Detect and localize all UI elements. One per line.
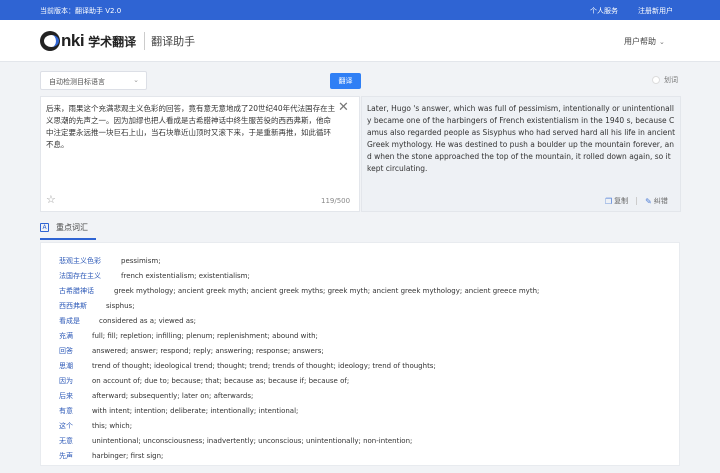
- keyword-term[interactable]: 看成是: [59, 316, 99, 326]
- tab-keywords[interactable]: A 重点词汇: [40, 222, 88, 233]
- logo-letters: nki: [61, 31, 85, 50]
- copy-icon[interactable]: ❐: [605, 197, 612, 206]
- keyword-defs: answered; answer; respond; reply; answer…: [92, 347, 324, 355]
- keyword-row: 看成是 considered as a; viewed as;: [59, 316, 196, 326]
- keyword-term[interactable]: 回答: [59, 346, 92, 356]
- copy-button[interactable]: 复制: [614, 196, 628, 206]
- translation-output: Later, Hugo 's answer, which was full of…: [367, 104, 676, 173]
- keyword-row: 后来 afterward; subsequently; later on; aft…: [59, 391, 253, 401]
- keyword-term[interactable]: 因为: [59, 376, 92, 386]
- keyword-term[interactable]: 悲观主义色彩: [59, 256, 121, 266]
- keyword-row: 有意 with intent; intention; deliberate; in…: [59, 406, 298, 416]
- source-text-panel[interactable]: 后来，雨果这个充满悲观主义色彩的回答，竟有意无意地成了20世纪40年代法国存在主…: [40, 96, 360, 212]
- keyword-term[interactable]: 先声: [59, 451, 92, 461]
- keyword-defs: greek mythology; ancient greek myth; anc…: [114, 287, 540, 295]
- keyword-row: 悲观主义色彩 pessimism;: [59, 256, 161, 266]
- toggle-radio-icon: [652, 76, 660, 84]
- keyword-row: 充满 full; fill; repletion; infilling; plen…: [59, 331, 318, 341]
- action-divider: [636, 197, 638, 205]
- keyword-term[interactable]: 这个: [59, 421, 92, 431]
- keyword-defs: unintentional; unconsciousness; inadvert…: [92, 437, 413, 445]
- keyword-defs: on account of; due to; because; that; be…: [92, 377, 350, 385]
- keyword-defs: french existentialism; existentialism;: [121, 272, 250, 280]
- keywords-panel: 悲观主义色彩 pessimism; 法国存在主义 french existentia…: [40, 242, 680, 466]
- star-icon[interactable]: ☆: [46, 193, 56, 206]
- tab-keywords-label: 重点词汇: [56, 223, 88, 232]
- cnki-logo-icon: [40, 31, 60, 51]
- keyword-term[interactable]: 思潮: [59, 361, 92, 371]
- keyword-term[interactable]: 古希腊神话: [59, 286, 114, 296]
- translation-actions: ❐ 复制 ✎ 纠错: [605, 196, 668, 206]
- logo-divider: [144, 32, 146, 50]
- target-text-panel: Later, Hugo 's answer, which was full of…: [361, 96, 681, 212]
- keyword-row: 古希腊神话 greek mythology; ancient greek myth…: [59, 286, 539, 296]
- keyword-row: 无意 unintentional; unconsciousness; inadve…: [59, 436, 412, 446]
- word-select-label: 划词: [664, 76, 678, 84]
- keyword-defs: considered as a; viewed as;: [99, 317, 197, 325]
- personal-center-link[interactable]: 个人服务: [590, 6, 618, 16]
- correct-button[interactable]: 纠错: [654, 196, 668, 206]
- keyword-row: 西西弗斯 sisphus;: [59, 301, 135, 311]
- keyword-row: 因为 on account of; due to; because; that; …: [59, 376, 349, 386]
- app-subtitle: 翻译助手: [151, 35, 196, 48]
- keyword-defs: afterward; subsequently; later on; after…: [92, 392, 254, 400]
- chevron-down-icon: ⌄: [659, 38, 665, 46]
- keyword-row: 回答 answered; answer; respond; reply; answ…: [59, 346, 324, 356]
- keyword-row: 先声 harbinger; first sign;: [59, 451, 163, 461]
- keyword-defs: sisphus;: [106, 302, 135, 310]
- logo-title: 学术翻译: [88, 34, 137, 49]
- keyword-term[interactable]: 充满: [59, 331, 92, 341]
- keyword-defs: pessimism;: [121, 257, 161, 265]
- keyword-row: 法国存在主义 french existentialism; existential…: [59, 271, 250, 281]
- word-select-toggle[interactable]: 划词: [652, 75, 678, 85]
- keyword-term[interactable]: 法国存在主义: [59, 271, 121, 281]
- keyword-defs: full; fill; repletion; infilling; plenum…: [92, 332, 318, 340]
- keyword-row: 思潮 trend of thought; ideological trend; t…: [59, 361, 436, 371]
- keyword-a-icon: A: [40, 223, 49, 232]
- keyword-term[interactable]: 后来: [59, 391, 92, 401]
- char-count: 119/500: [321, 197, 351, 205]
- close-icon[interactable]: ✕: [338, 101, 349, 114]
- target-language-select[interactable]: 自动检测目标语言 ⌄: [40, 71, 147, 90]
- keyword-row: 这个 this; which;: [59, 421, 132, 431]
- keyword-defs: with intent; intention; deliberate; inte…: [92, 407, 299, 415]
- top-bar: 当前版本：翻译助手 V2.0 个人服务 注册新用户: [0, 0, 720, 20]
- edit-icon[interactable]: ✎: [645, 197, 652, 206]
- keyword-defs: trend of thought; ideological trend; tho…: [92, 362, 436, 370]
- keyword-term[interactable]: 有意: [59, 406, 92, 416]
- header: nki 学术翻译 翻译助手 用户帮助 ⌄: [0, 20, 720, 62]
- translate-button[interactable]: 翻译: [330, 73, 361, 89]
- version-label: 当前版本：翻译助手 V2.0: [40, 7, 122, 15]
- chevron-down-icon: ⌄: [133, 76, 139, 84]
- target-language-value: 自动检测目标语言: [49, 78, 105, 86]
- keyword-defs: harbinger; first sign;: [92, 452, 164, 460]
- logo[interactable]: nki 学术翻译 翻译助手: [40, 31, 195, 51]
- register-link[interactable]: 注册新用户: [638, 6, 673, 16]
- keyword-term[interactable]: 西西弗斯: [59, 301, 106, 311]
- source-textarea[interactable]: 后来，雨果这个充满悲观主义色彩的回答，竟有意无意地成了20世纪40年代法国存在主…: [46, 103, 336, 151]
- keyword-defs: this; which;: [92, 422, 133, 430]
- user-help-menu[interactable]: 用户帮助 ⌄: [624, 36, 665, 47]
- user-help-label: 用户帮助: [624, 37, 656, 46]
- active-tab-indicator: [40, 238, 96, 240]
- keyword-term[interactable]: 无意: [59, 436, 92, 446]
